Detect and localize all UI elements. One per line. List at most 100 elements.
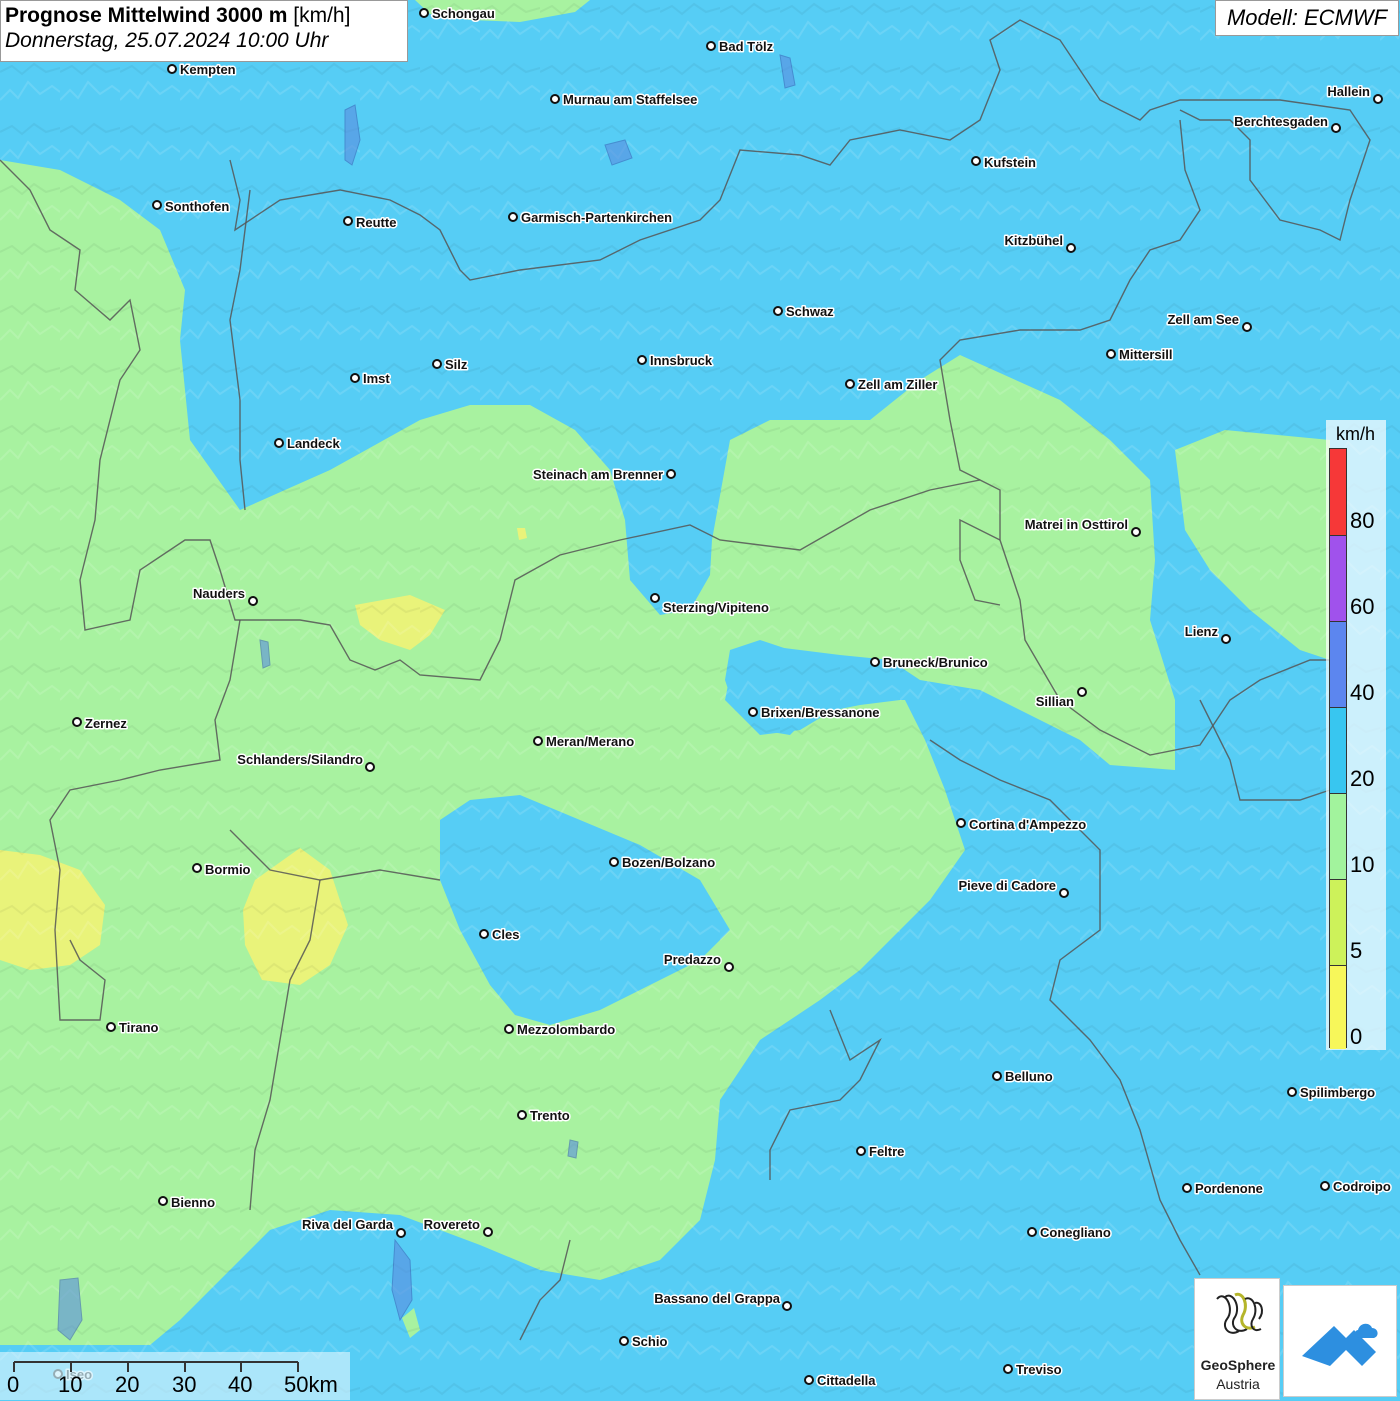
city-marker[interactable] bbox=[432, 359, 442, 369]
city-label: Schlanders/Silandro bbox=[237, 752, 363, 767]
city-label: Cortina d'Ampezzo bbox=[969, 817, 1086, 832]
city-marker[interactable] bbox=[1027, 1227, 1037, 1237]
city-marker[interactable] bbox=[773, 306, 783, 316]
legend-segment-60-80 bbox=[1330, 535, 1346, 621]
city-label: Conegliano bbox=[1040, 1225, 1111, 1240]
city-marker[interactable] bbox=[619, 1336, 629, 1346]
city-marker[interactable] bbox=[365, 762, 375, 772]
city-label: Nauders bbox=[193, 586, 245, 601]
city-label: Bozen/Bolzano bbox=[622, 855, 715, 870]
title-main: Prognose Mittelwind 3000 m bbox=[5, 4, 288, 27]
legend-segment-0-5 bbox=[1330, 965, 1346, 1049]
wind-map[interactable]: Schongau Bad Tölz Kempten Murnau am Staf… bbox=[0, 0, 1400, 1400]
city-label: Pieve di Cadore bbox=[958, 878, 1056, 893]
city-label: Trento bbox=[530, 1108, 570, 1123]
legend-tick: 20 bbox=[1350, 766, 1375, 791]
geosphere-logo[interactable]: GeoSphere Austria bbox=[1194, 1278, 1280, 1400]
city-label: Feltre bbox=[869, 1144, 904, 1159]
city-label: Predazzo bbox=[664, 952, 721, 967]
city-label: Treviso bbox=[1016, 1362, 1062, 1377]
city-marker[interactable] bbox=[724, 962, 734, 972]
city-marker[interactable] bbox=[533, 736, 543, 746]
city-marker[interactable] bbox=[504, 1024, 514, 1034]
legend-segment-10-20 bbox=[1330, 793, 1346, 879]
city-label: Zell am See bbox=[1167, 312, 1239, 327]
city-marker[interactable] bbox=[274, 438, 284, 448]
city-label: Bassano del Grappa bbox=[654, 1291, 780, 1306]
city-label: Landeck bbox=[287, 436, 341, 451]
city-marker[interactable] bbox=[748, 707, 758, 717]
city-marker[interactable] bbox=[158, 1196, 168, 1206]
city-marker[interactable] bbox=[106, 1022, 116, 1032]
city-marker[interactable] bbox=[483, 1227, 493, 1237]
geosphere-emblem-icon bbox=[1216, 1292, 1263, 1334]
city-marker[interactable] bbox=[1287, 1087, 1297, 1097]
city-label: Zell am Ziller bbox=[858, 377, 937, 392]
city-marker[interactable] bbox=[479, 929, 489, 939]
city-marker[interactable] bbox=[845, 379, 855, 389]
city-marker[interactable] bbox=[1066, 243, 1076, 253]
city-marker[interactable] bbox=[1242, 322, 1252, 332]
city-label: Sonthofen bbox=[165, 199, 229, 214]
city-marker[interactable] bbox=[343, 216, 353, 226]
city-marker[interactable] bbox=[508, 212, 518, 222]
city-marker[interactable] bbox=[1221, 634, 1231, 644]
partner-logo[interactable] bbox=[1283, 1285, 1397, 1397]
city-marker[interactable] bbox=[1106, 349, 1116, 359]
city-marker[interactable] bbox=[706, 41, 716, 51]
city-marker[interactable] bbox=[1059, 888, 1069, 898]
city-marker[interactable] bbox=[167, 64, 177, 74]
city-marker[interactable] bbox=[1077, 687, 1087, 697]
city-marker[interactable] bbox=[517, 1110, 527, 1120]
city-label: Steinach am Brenner bbox=[533, 467, 663, 482]
city-marker[interactable] bbox=[992, 1071, 1002, 1081]
title-unit: [km/h] bbox=[293, 4, 351, 27]
lake bbox=[567, 1139, 579, 1159]
city-marker[interactable] bbox=[804, 1375, 814, 1385]
city-marker[interactable] bbox=[1373, 94, 1383, 104]
mountain-cloud-icon bbox=[1302, 1323, 1378, 1366]
city-marker[interactable] bbox=[248, 596, 258, 606]
city-label: Kempten bbox=[180, 62, 236, 77]
city-marker[interactable] bbox=[396, 1228, 406, 1238]
title-box: Prognose Mittelwind 3000 m [km/h] Donner… bbox=[0, 0, 408, 62]
city-marker[interactable] bbox=[152, 200, 162, 210]
legend-tick: 5 bbox=[1350, 938, 1363, 963]
city-marker[interactable] bbox=[971, 156, 981, 166]
city-marker[interactable] bbox=[72, 717, 82, 727]
city-marker[interactable] bbox=[856, 1146, 866, 1156]
city-marker[interactable] bbox=[1003, 1364, 1013, 1374]
legend-unit: km/h bbox=[1336, 424, 1376, 444]
page-title: Prognose Mittelwind 3000 m [km/h] bbox=[5, 4, 403, 28]
city-label: Schio bbox=[632, 1334, 667, 1349]
city-label: Kitzbühel bbox=[1005, 233, 1064, 248]
city-marker[interactable] bbox=[1331, 123, 1341, 133]
city-marker[interactable] bbox=[419, 8, 429, 18]
city-marker[interactable] bbox=[1182, 1183, 1192, 1193]
city-marker[interactable] bbox=[870, 657, 880, 667]
city-marker[interactable] bbox=[637, 355, 647, 365]
city-label: Schongau bbox=[432, 6, 495, 21]
city-marker[interactable] bbox=[350, 373, 360, 383]
city-label: Berchtesgaden bbox=[1234, 114, 1328, 129]
city-marker[interactable] bbox=[1131, 527, 1141, 537]
city-label: Bienno bbox=[171, 1195, 215, 1210]
city-label: Hallein bbox=[1327, 84, 1370, 99]
city-label: Bormio bbox=[205, 862, 251, 877]
legend-tick: 0 bbox=[1350, 1024, 1363, 1049]
city-marker[interactable] bbox=[1320, 1181, 1330, 1191]
city-label: Matrei in Osttirol bbox=[1025, 517, 1128, 532]
city-marker[interactable] bbox=[782, 1301, 792, 1311]
city-marker[interactable] bbox=[192, 863, 202, 873]
city-label: Codroipo bbox=[1333, 1179, 1391, 1194]
city-marker[interactable] bbox=[609, 857, 619, 867]
city-marker[interactable] bbox=[550, 94, 560, 104]
legend-tick: 40 bbox=[1350, 680, 1375, 705]
city-label: Sillian bbox=[1036, 694, 1074, 709]
legend-segment-20-40 bbox=[1330, 707, 1346, 793]
city-marker[interactable] bbox=[956, 818, 966, 828]
city-label: Belluno bbox=[1005, 1069, 1053, 1084]
city-marker[interactable] bbox=[666, 469, 676, 479]
city-marker[interactable] bbox=[650, 593, 660, 603]
legend-segment-40-60 bbox=[1330, 621, 1346, 707]
